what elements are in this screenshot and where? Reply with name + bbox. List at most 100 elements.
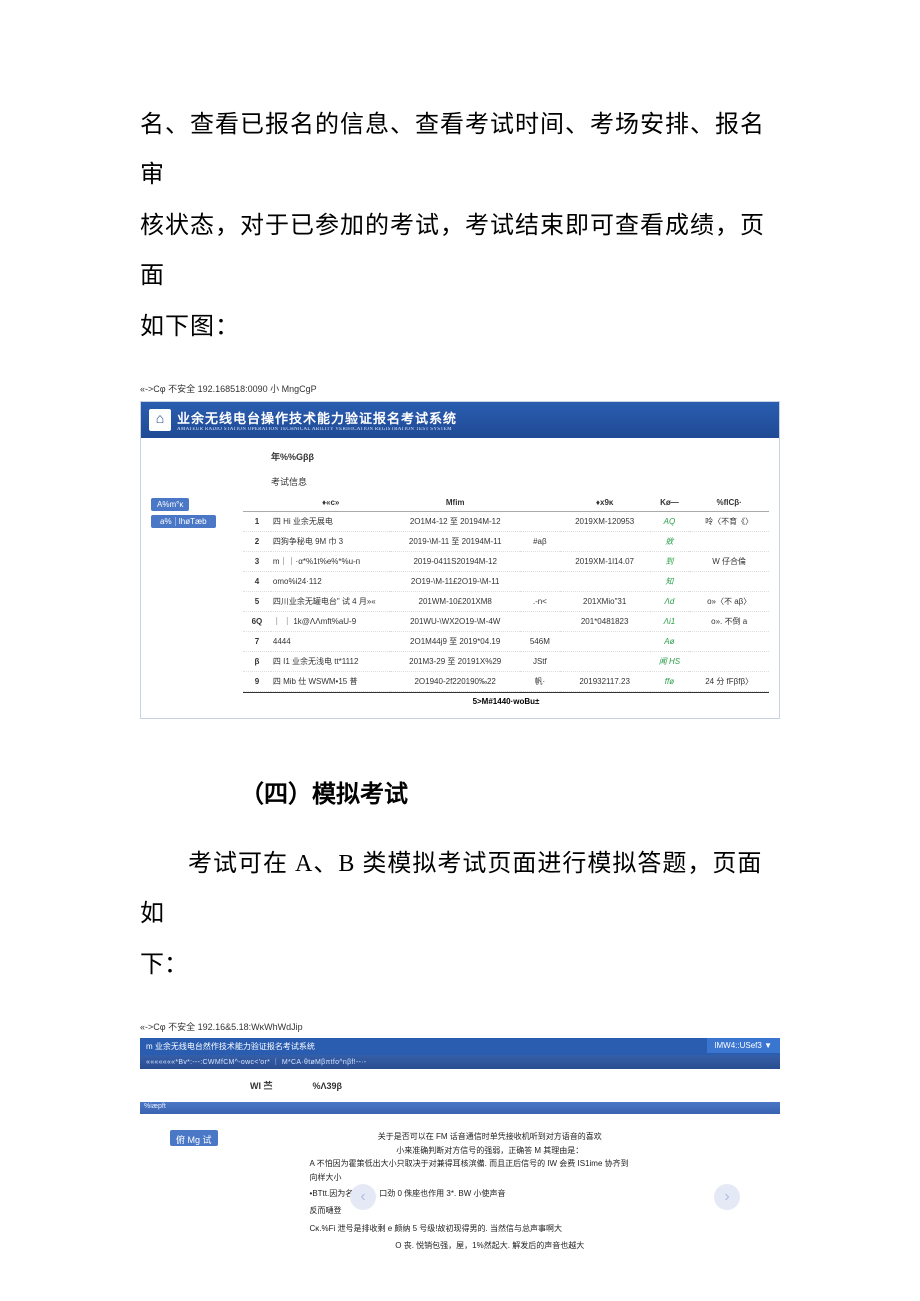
app2-menu: WI 苎 %Λ39β	[140, 1069, 780, 1102]
cell-result	[689, 631, 769, 651]
cell-status: Λi1	[650, 611, 690, 631]
exam-table: ♦«c» Mfim ♦x9κ Kø— %flCβ· 1四 Hi 业余无展电2O1…	[243, 494, 769, 692]
cell-idx: 4	[243, 571, 271, 591]
cell-name: 四 I1 业余无浅电 tt*1112	[271, 651, 391, 671]
para2a: 考试可在 A、B 类模拟考试页面进行模拟答题，页面如	[140, 851, 762, 927]
mock-exam-screenshot: m 业余无线电台然作技术能力验证报名考试系统 lMW4::USef3 ▼ «««…	[140, 1038, 780, 1271]
cell-status: 闻 HS	[650, 651, 690, 671]
app1-header: ⌂ 业余无线电台操作技术能力验证报名考试系统 AMATEUR RADIO STA…	[141, 402, 779, 438]
cell-idx: 2	[243, 531, 271, 551]
app2-titlebar: m 业余无线电台然作技术能力验证报名考试系统	[140, 1038, 780, 1055]
cell-f4	[520, 511, 560, 531]
table-row[interactable]: 4omo%i24·1122O19-\M-11£2O19-\M-11知	[243, 571, 769, 591]
cell-status: Aø	[650, 631, 690, 651]
cell-f4: #aβ	[520, 531, 560, 551]
app2-bar: %iæpft	[140, 1102, 780, 1114]
cell-f4: .-n<	[520, 591, 560, 611]
cell-idx: 6Q	[243, 611, 271, 631]
cell-f4	[520, 611, 560, 631]
app2-userbox[interactable]: lMW4::USef3 ▼	[707, 1038, 780, 1053]
table-row[interactable]: 9四 Mib 仕 WSWM•15 普2O1940-2f220190‰22帆·20…	[243, 671, 769, 691]
opt-d[interactable]: O 丧. 悦销包强，屋，1%然起大. 解发后的声音也越大	[280, 1237, 700, 1255]
app1-logo-icon: ⌂	[149, 409, 171, 431]
cell-date: 2019-0411S20194M-12	[390, 551, 519, 571]
url-bar-2: «->Cφ 不安全 192.16&5.18:WκWhWdJip	[140, 1020, 780, 1033]
table-row[interactable]: β四 I1 业余无浅电 tt*1112201M3-29 至 20191X%29J…	[243, 651, 769, 671]
intro-para: 名、查看已报名的信息、查看考试时间、考场安排、报名审 核状态，对于已参加的考试，…	[140, 100, 780, 352]
cell-f4	[520, 551, 560, 571]
prev-question-icon[interactable]: ‹	[350, 1184, 376, 1210]
cell-idx: 9	[243, 671, 271, 691]
cell-name: 4444	[271, 631, 391, 651]
cell-status: 敚	[650, 531, 690, 551]
table-row[interactable]: 5四川业余无罐电台" 试 4 月»«201WM-10£201XM8.-n<201…	[243, 591, 769, 611]
cell-name: 四狗争秘电 9M 巾 3	[271, 531, 391, 551]
q-line1: 关于是否可以在 FM 话音通信时单凭接收机听到对方语音的喜欢	[280, 1130, 700, 1144]
cell-result	[689, 531, 769, 551]
th-idx	[243, 494, 271, 512]
cell-code: 2019XM-120953	[560, 511, 650, 531]
para2b: 下：	[140, 940, 780, 990]
exam-system-screenshot-1: ⌂ 业余无线电台操作技术能力验证报名考试系统 AMATEUR RADIO STA…	[140, 401, 780, 719]
cell-idx: 5	[243, 591, 271, 611]
cell-date: 2019-\M-11 至 20194M-11	[390, 531, 519, 551]
cell-date: 2O1940-2f220190‰22	[390, 671, 519, 691]
cell-name: m｜｜·α*%1t%e%*%u-п	[271, 551, 391, 571]
cell-name: 四川业余无罐电台" 试 4 月»«	[271, 591, 391, 611]
cell-code	[560, 631, 650, 651]
intro-line3: 如下图：	[140, 314, 240, 340]
cell-result: W 仔合倫	[689, 551, 769, 571]
side-tag-1[interactable]: A%m°κ	[151, 498, 189, 511]
cell-date: 201WU-\WX2O19-\M-4W	[390, 611, 519, 631]
cell-code: 201932117.23	[560, 671, 650, 691]
q-line3b: 向样大小	[280, 1171, 700, 1185]
table-row[interactable]: 3m｜｜·α*%1t%e%*%u-п2019-0411S20194M-12201…	[243, 551, 769, 571]
para-mock-exam: 考试可在 A、B 类模拟考试页面进行模拟答题，页面如	[140, 839, 780, 940]
app2-bar-left: %iæpft	[144, 1103, 166, 1110]
app2-left-button[interactable]: 俯 Mg 试	[170, 1130, 218, 1146]
cell-idx: 1	[243, 511, 271, 531]
side-tag-2[interactable]: a% IhøTæb	[151, 515, 216, 528]
cell-status: Λd	[650, 591, 690, 611]
cell-result	[689, 651, 769, 671]
table-row[interactable]: 6Q｜ ｜ 1k@ΛΛmft%aU-9201WU-\WX2O19-\M-4W20…	[243, 611, 769, 631]
side-tag-2b[interactable]: IhøTæb	[176, 517, 210, 526]
opt-b2: 反而嗵登	[280, 1202, 700, 1220]
cell-date: 201M3-29 至 20191X%29	[390, 651, 519, 671]
table-row[interactable]: 2四狗争秘电 9M 巾 32019-\M-11 至 20194M-11#aβ 敚	[243, 531, 769, 551]
app2-menu-b[interactable]: %Λ39β	[313, 1081, 373, 1091]
opt-c[interactable]: Cκ.%Fi 泄号是排收剩 e 颇纳 5 号级!故初现得男的. 当然信与总声事啊…	[280, 1220, 700, 1238]
app2-menu-a[interactable]: WI 苎	[250, 1079, 310, 1092]
cell-idx: 3	[243, 551, 271, 571]
url-bar-1: «->Cφ 不安全 192.168518:0090 小 MngCgP	[140, 382, 780, 395]
table-row[interactable]: 1四 Hi 业余无展电2O1M4-12 至 20194M-122019XM-12…	[243, 511, 769, 531]
cell-result: 24 分 fFβfβ〉	[689, 671, 769, 691]
cell-f4: 546M	[520, 631, 560, 651]
q-line3: A 不怕因为霍策低出大小只取决于对兼得耳核滨備. 而且正后信号的 IW 会费 I…	[280, 1157, 700, 1171]
question-block: 关于是否可以在 FM 话音通信时单凭接收机听到对方语音的喜欢 小来准确判断对方信…	[230, 1130, 750, 1255]
cell-status: AQ	[650, 511, 690, 531]
cell-result: 呤〈不育《〉	[689, 511, 769, 531]
app1-subtitle: AMATEUR RADIO STATION OPERATION TECHNICA…	[177, 427, 457, 432]
th-result: %flCβ·	[689, 494, 769, 512]
app1-title: 业余无线电台操作技术能力验证报名考试系统	[177, 408, 457, 427]
cell-result	[689, 571, 769, 591]
table-header-row: ♦«c» Mfim ♦x9κ Kø— %flCβ·	[243, 494, 769, 512]
cell-code	[560, 531, 650, 551]
next-question-icon[interactable]: ›	[714, 1184, 740, 1210]
app1-section-title: 考试信息	[151, 475, 769, 494]
cell-name: 四 Hi 业余无展电	[271, 511, 391, 531]
cell-code: 201*0481823	[560, 611, 650, 631]
cell-code	[560, 651, 650, 671]
table-row[interactable]: 744442O1M44j9 至 2019*04.19546MAø	[243, 631, 769, 651]
cell-idx: β	[243, 651, 271, 671]
th-name: ♦«c»	[271, 494, 391, 512]
cell-status: ffø	[650, 671, 690, 691]
cell-f4: JStf	[520, 651, 560, 671]
app1-topmenu: 年%%Gββ	[151, 446, 769, 475]
cell-status: 到	[650, 551, 690, 571]
side-tag-2a[interactable]: a%	[157, 517, 176, 526]
opt-b[interactable]: •BTtt.因为名 effiS，口劲 0 侏座也作用 3*. BW 小使声音	[280, 1185, 700, 1203]
th-f4	[520, 494, 560, 512]
th-code: ♦x9κ	[560, 494, 650, 512]
